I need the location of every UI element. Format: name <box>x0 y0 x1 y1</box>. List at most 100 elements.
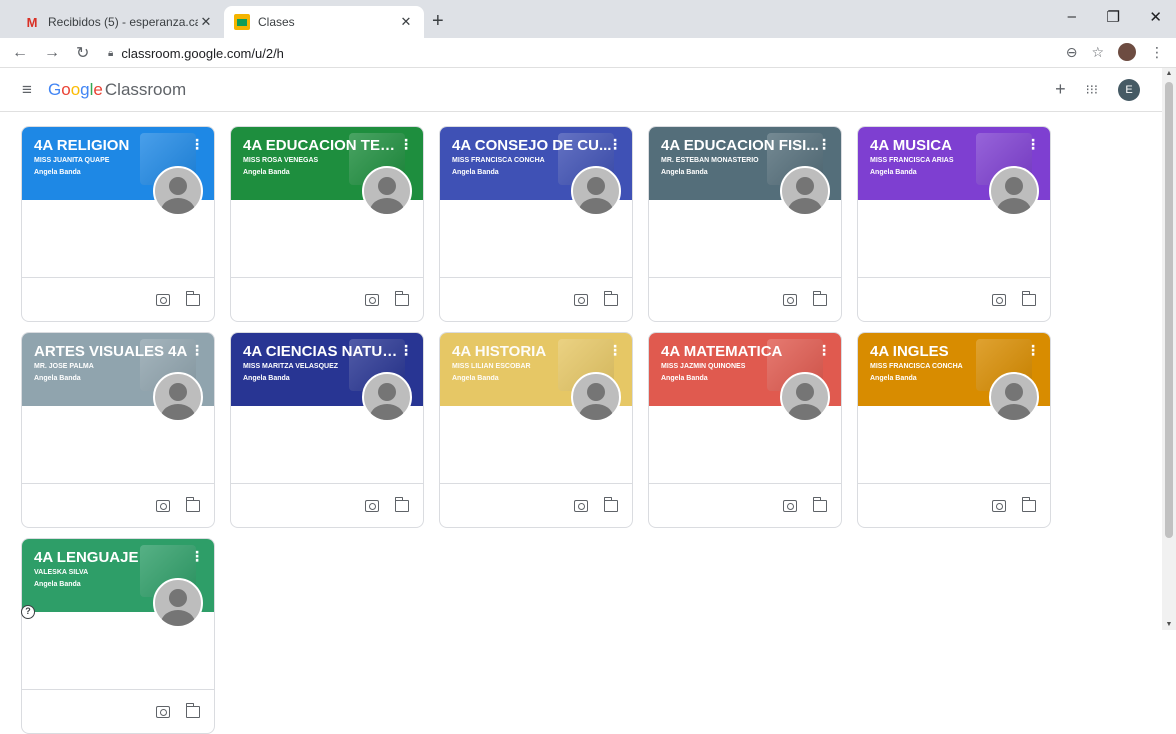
work-portrait-icon[interactable] <box>992 293 1006 306</box>
work-portrait-icon[interactable] <box>783 499 797 512</box>
more-options-icon[interactable]: ⋮ <box>817 342 831 359</box>
browser-toolbar: ← → ↻ 🔒︎ classroom.google.com/u/2/h ⊖ ☆ … <box>0 38 1176 68</box>
class-title[interactable]: 4A LENGUAJE <box>34 549 194 566</box>
logo-product: Classroom <box>104 79 187 99</box>
class-title[interactable]: 4A RELIGION <box>34 137 194 154</box>
class-card[interactable]: 4A LENGUAJE VALESKA SILVA Angela Banda ⋮ <box>21 538 215 734</box>
scroll-up-icon[interactable]: ▲ <box>1162 70 1176 77</box>
work-portrait-icon[interactable] <box>992 499 1006 512</box>
class-teacher: MISS FRANCISCA ARIAS <box>870 157 954 164</box>
folder-icon[interactable] <box>394 496 409 512</box>
account-avatar[interactable]: E <box>1118 78 1140 101</box>
work-portrait-icon[interactable] <box>365 499 379 512</box>
class-title[interactable]: 4A CONSEJO DE CU... <box>452 137 612 154</box>
address-bar[interactable]: 🔒︎ classroom.google.com/u/2/h <box>108 41 1090 65</box>
class-title[interactable]: ARTES VISUALES 4A <box>34 343 194 360</box>
class-title[interactable]: 4A HISTORIA <box>452 343 612 360</box>
more-options-icon[interactable]: ⋮ <box>399 136 413 153</box>
class-card[interactable]: 4A CONSEJO DE CU... MISS FRANCISCA CONCHA… <box>439 126 633 322</box>
work-portrait-icon[interactable] <box>783 293 797 306</box>
tab-clases[interactable]: Clases ✕ <box>224 6 424 38</box>
work-portrait-icon[interactable] <box>156 705 170 718</box>
teacher-avatar <box>153 166 203 216</box>
new-tab-button[interactable]: + <box>432 10 444 33</box>
class-card[interactable]: 4A MUSICA MISS FRANCISCA ARIAS Angela Band… <box>857 126 1051 322</box>
class-card[interactable]: 4A CIENCIAS NATUR... MISS MARITZA VELASQU… <box>230 332 424 528</box>
class-card[interactable]: 4A EDUCACION TEC... MISS ROSA VENEGAS Ange… <box>230 126 424 322</box>
work-portrait-icon[interactable] <box>574 499 588 512</box>
class-title[interactable]: 4A EDUCACION TEC... <box>243 137 403 154</box>
card-footer <box>22 483 214 527</box>
class-card[interactable]: ARTES VISUALES 4A MR. JOSÉ PALMA Angela Ba… <box>21 332 215 528</box>
teacher-avatar <box>780 166 830 216</box>
scroll-thumb[interactable] <box>1165 82 1173 538</box>
more-options-icon[interactable]: ⋮ <box>190 136 204 153</box>
page-scrollbar[interactable]: ▲ ▼ <box>1162 68 1176 630</box>
class-teacher: MISS MARITZA VELASQUEZ <box>243 363 339 370</box>
scroll-down-icon[interactable]: ▼ <box>1162 621 1176 628</box>
work-portrait-icon[interactable] <box>574 293 588 306</box>
card-footer <box>440 277 632 321</box>
work-portrait-icon[interactable] <box>156 293 170 306</box>
work-portrait-icon[interactable] <box>365 293 379 306</box>
browser-menu-icon[interactable]: ⋮ <box>1150 44 1164 61</box>
folder-icon[interactable] <box>812 496 827 512</box>
folder-icon[interactable] <box>603 290 618 306</box>
teacher-avatar <box>153 578 203 628</box>
folder-icon[interactable] <box>394 290 409 306</box>
folder-icon[interactable] <box>812 290 827 306</box>
more-options-icon[interactable]: ⋮ <box>190 342 204 359</box>
class-card[interactable]: 4A MATEMATICA MISS JAZMIN QUIÑONES Angela … <box>648 332 842 528</box>
help-icon[interactable]: ? <box>21 605 35 619</box>
work-portrait-icon[interactable] <box>156 499 170 512</box>
more-options-icon[interactable]: ⋮ <box>608 136 622 153</box>
card-footer <box>231 483 423 527</box>
close-window-button[interactable]: ✕ <box>1149 8 1162 26</box>
class-title[interactable]: 4A CIENCIAS NATUR... <box>243 343 403 360</box>
close-tab-icon[interactable]: ✕ <box>198 14 214 30</box>
add-class-icon[interactable]: + <box>1055 79 1066 100</box>
classroom-header: ≡ Google Classroom + ⁝⁝⁝ E <box>0 68 1162 112</box>
class-title[interactable]: 4A MUSICA <box>870 137 1030 154</box>
more-options-icon[interactable]: ⋮ <box>399 342 413 359</box>
teacher-avatar <box>989 166 1039 216</box>
folder-icon[interactable] <box>603 496 618 512</box>
class-title[interactable]: 4A INGLES <box>870 343 1030 360</box>
zoom-icon[interactable]: ⊖ <box>1066 44 1078 61</box>
more-options-icon[interactable]: ⋮ <box>1026 136 1040 153</box>
profile-avatar[interactable] <box>1118 43 1136 61</box>
class-card[interactable]: 4A RELIGION MISS JUANITA QUAPE Angela Band… <box>21 126 215 322</box>
more-options-icon[interactable]: ⋮ <box>1026 342 1040 359</box>
back-icon[interactable]: ← <box>12 44 28 62</box>
folder-icon[interactable] <box>1021 290 1036 306</box>
card-footer <box>440 483 632 527</box>
minimize-button[interactable]: – <box>1068 8 1076 25</box>
class-card[interactable]: 4A INGLES MISS FRANCISCA CONCHA Angela Ban… <box>857 332 1051 528</box>
more-options-icon[interactable]: ⋮ <box>817 136 831 153</box>
class-title[interactable]: 4A MATEMATICA <box>661 343 821 360</box>
folder-icon[interactable] <box>1021 496 1036 512</box>
reload-icon[interactable]: ↻ <box>76 43 89 63</box>
google-classroom-logo[interactable]: Google Classroom <box>48 80 186 100</box>
class-title[interactable]: 4A EDUCACION FISI... <box>661 137 821 154</box>
restore-button[interactable]: ❐ <box>1107 8 1120 26</box>
class-card[interactable]: 4A EDUCACION FISI... MR. ESTEBAN MONASTER… <box>648 126 842 322</box>
class-teacher: MR. JOSÉ PALMA <box>34 363 94 370</box>
teacher-avatar <box>362 372 412 422</box>
browser-tabstrip: M Recibidos (5) - esperanza.caris@ ✕ Cla… <box>0 0 1176 38</box>
folder-icon[interactable] <box>185 496 200 512</box>
more-options-icon[interactable]: ⋮ <box>190 548 204 565</box>
close-tab-icon[interactable]: ✕ <box>398 14 414 30</box>
bookmark-star-icon[interactable]: ☆ <box>1091 44 1104 61</box>
teacher-avatar <box>362 166 412 216</box>
folder-icon[interactable] <box>185 290 200 306</box>
forward-icon[interactable]: → <box>44 44 60 62</box>
folder-icon[interactable] <box>185 702 200 718</box>
more-options-icon[interactable]: ⋮ <box>608 342 622 359</box>
tab-gmail[interactable]: M Recibidos (5) - esperanza.caris@ ✕ <box>14 6 224 38</box>
apps-grid-icon[interactable]: ⁝⁝⁝ <box>1086 82 1098 98</box>
lock-icon: 🔒︎ <box>108 47 114 59</box>
main-menu-icon[interactable]: ≡ <box>22 80 44 100</box>
class-card[interactable]: 4A HISTORIA MISS LILIAN ESCOBAR Angela Ban… <box>439 332 633 528</box>
teacher-avatar <box>780 372 830 422</box>
